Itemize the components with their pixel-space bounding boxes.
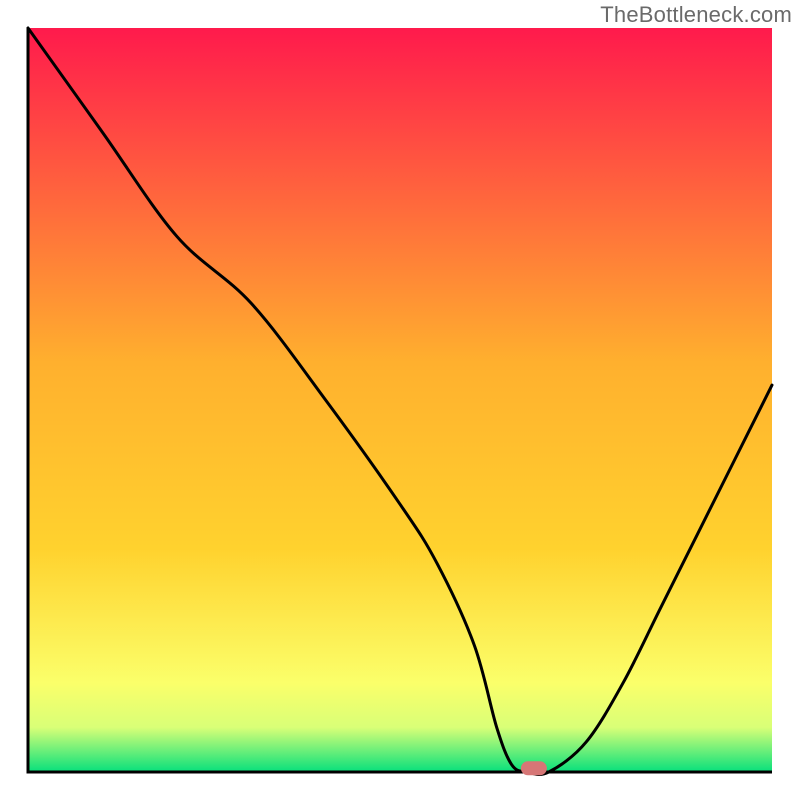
optimal-marker: [521, 761, 547, 775]
chart-container: TheBottleneck.com: [0, 0, 800, 800]
plot-background: [28, 28, 772, 772]
chart-svg: [0, 0, 800, 800]
watermark-text: TheBottleneck.com: [600, 2, 792, 28]
